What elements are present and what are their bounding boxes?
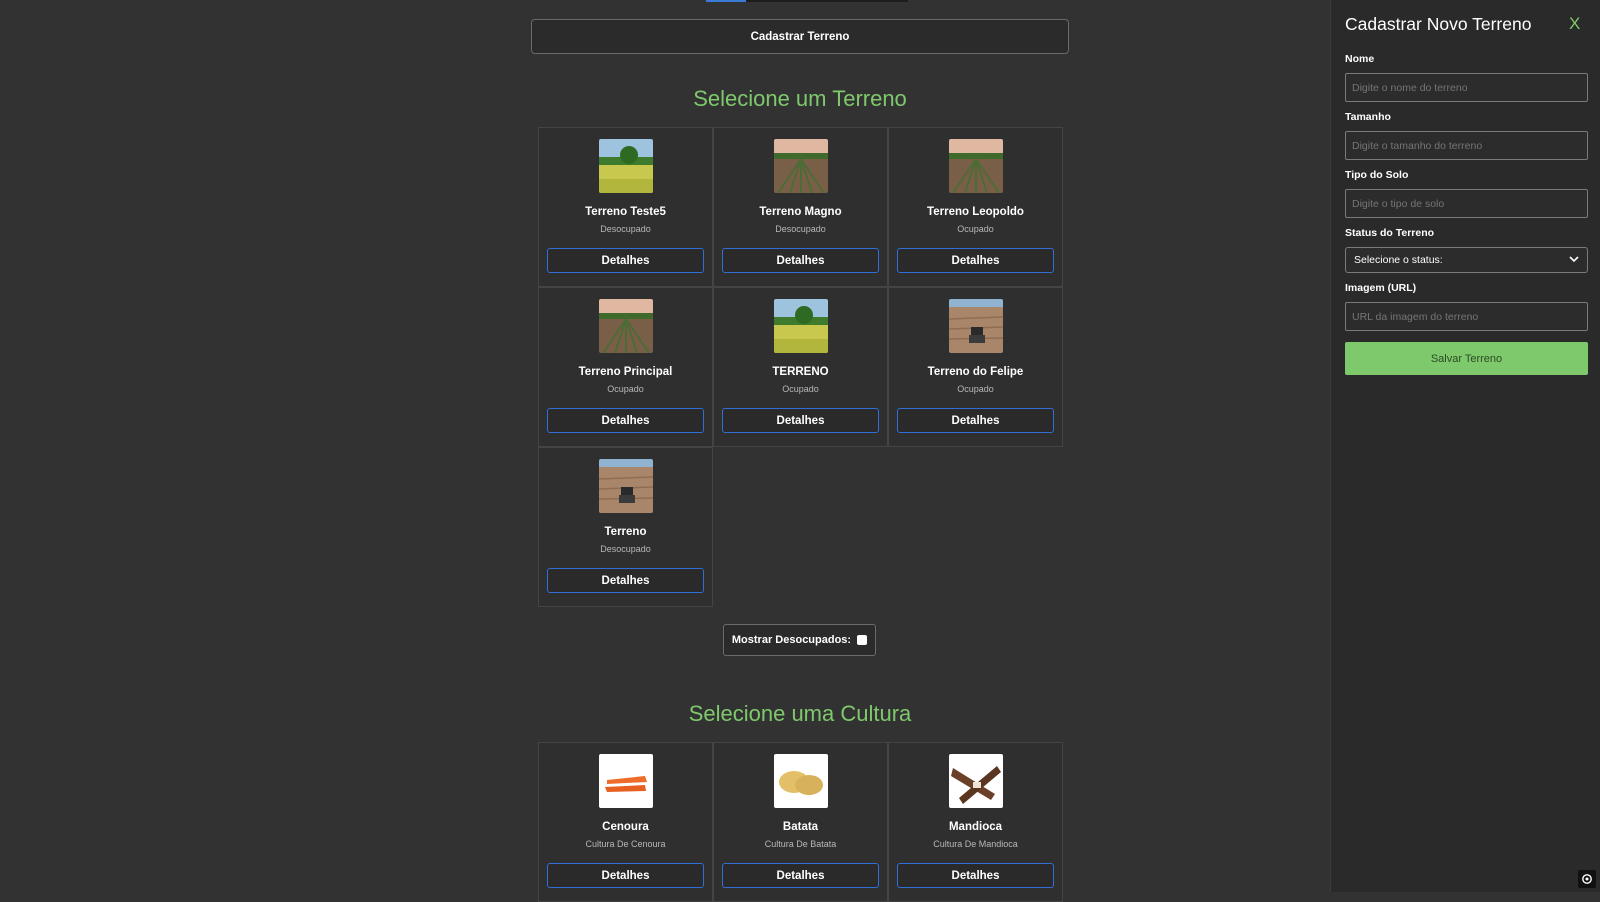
tipo-solo-input[interactable] [1345, 189, 1588, 218]
terreno-card: Terreno do Felipe Ocupado Detalhes [888, 287, 1063, 447]
desocupados-checkbox[interactable] [857, 635, 868, 645]
cultura-name: Mandioca [948, 821, 1003, 833]
terreno-name: Terreno Leopoldo [927, 206, 1024, 218]
details-button[interactable]: Detalhes [547, 248, 704, 273]
tractor-field-icon [949, 299, 1003, 353]
toggle-label: Mostrar Desocupados: [731, 634, 852, 646]
terreno-card: TERRENO Ocupado Detalhes [713, 287, 888, 447]
cadastrar-terreno-button[interactable]: Cadastrar Terreno [531, 19, 1069, 54]
cassava-icon [949, 754, 1003, 808]
tamanho-label: Tamanho [1345, 111, 1391, 123]
nome-input[interactable] [1345, 73, 1588, 102]
details-button[interactable]: Detalhes [722, 863, 879, 888]
plowed-field-icon [774, 139, 828, 193]
close-icon[interactable]: X [1569, 14, 1580, 34]
cultura-card: Mandioca Cultura De Mandioca Detalhes [888, 742, 1063, 902]
terreno-name: Terreno Principal [578, 366, 673, 378]
details-button[interactable]: Detalhes [547, 863, 704, 888]
terreno-name: Terreno Teste5 [585, 206, 666, 218]
cultura-desc: Cultura De Batata [764, 839, 837, 849]
tractor-field-icon [599, 459, 653, 513]
terreno-card: Terreno Magno Desocupado Detalhes [713, 127, 888, 287]
imagem-label: Imagem (URL) [1345, 282, 1417, 294]
cultura-desc: Cultura De Cenoura [585, 839, 666, 849]
terreno-card: Terreno Leopoldo Ocupado Detalhes [888, 127, 1063, 287]
cultura-name: Batata [782, 821, 819, 833]
terreno-name: Terreno Magno [759, 206, 842, 218]
terreno-card: Terreno Teste5 Desocupado Detalhes [538, 127, 713, 287]
tamanho-input[interactable] [1345, 131, 1588, 160]
cultura-card: Cenoura Cultura De Cenoura Detalhes [538, 742, 713, 902]
terrenos-grid: Terreno Teste5 Desocupado Detalhes Terre… [538, 127, 1063, 607]
nome-label: Nome [1345, 53, 1375, 65]
mostrar-desocupados-toggle[interactable]: Mostrar Desocupados: [723, 624, 876, 656]
chevron-down-icon [1569, 254, 1579, 266]
terreno-name: Terreno do Felipe [927, 366, 1024, 378]
cultura-name: Cenoura [602, 821, 649, 833]
main-content: Cadastrar Terreno Selecione um Terreno T… [0, 0, 1330, 902]
details-button[interactable]: Detalhes [722, 408, 879, 433]
details-button[interactable]: Detalhes [897, 863, 1054, 888]
terreno-status: Desocupado [600, 544, 651, 554]
terreno-status: Ocupado [782, 384, 819, 394]
terreno-name: Terreno [604, 526, 647, 538]
terreno-status: Desocupado [600, 224, 651, 234]
details-button[interactable]: Detalhes [547, 568, 704, 593]
potato-icon [774, 754, 828, 808]
details-button[interactable]: Detalhes [897, 248, 1054, 273]
details-button[interactable]: Detalhes [722, 248, 879, 273]
settings-gear-icon[interactable] [1578, 870, 1596, 888]
grass-field-icon [774, 299, 828, 353]
cultura-desc: Cultura De Mandioca [933, 839, 1018, 849]
cultura-card: Batata Cultura De Batata Detalhes [713, 742, 888, 902]
carrot-icon [599, 754, 653, 808]
terreno-status: Ocupado [607, 384, 644, 394]
status-selected-value: Selecione o status: [1354, 254, 1443, 266]
terreno-status: Desocupado [775, 224, 826, 234]
status-select[interactable]: Selecione o status: [1345, 247, 1588, 273]
culturas-grid: Cenoura Cultura De Cenoura Detalhes Bata… [538, 742, 1063, 902]
terreno-card: Terreno Principal Ocupado Detalhes [538, 287, 713, 447]
terreno-status: Ocupado [957, 384, 994, 394]
terreno-status: Ocupado [957, 224, 994, 234]
salvar-terreno-button[interactable]: Salvar Terreno [1345, 342, 1588, 375]
grass-field-icon [599, 139, 653, 193]
solo-label: Tipo do Solo [1345, 169, 1409, 181]
status-label: Status do Terreno [1345, 227, 1435, 239]
cadastro-side-panel: Cadastrar Novo Terreno X Nome Tamanho Ti… [1330, 0, 1600, 892]
details-button[interactable]: Detalhes [547, 408, 704, 433]
terreno-card: Terreno Desocupado Detalhes [538, 447, 713, 607]
terreno-name: TERRENO [772, 366, 829, 378]
panel-title: Cadastrar Novo Terreno [1345, 14, 1532, 34]
details-button[interactable]: Detalhes [897, 408, 1054, 433]
plowed-field-icon [949, 139, 1003, 193]
imagem-url-input[interactable] [1345, 302, 1588, 331]
plowed-field-icon [599, 299, 653, 353]
